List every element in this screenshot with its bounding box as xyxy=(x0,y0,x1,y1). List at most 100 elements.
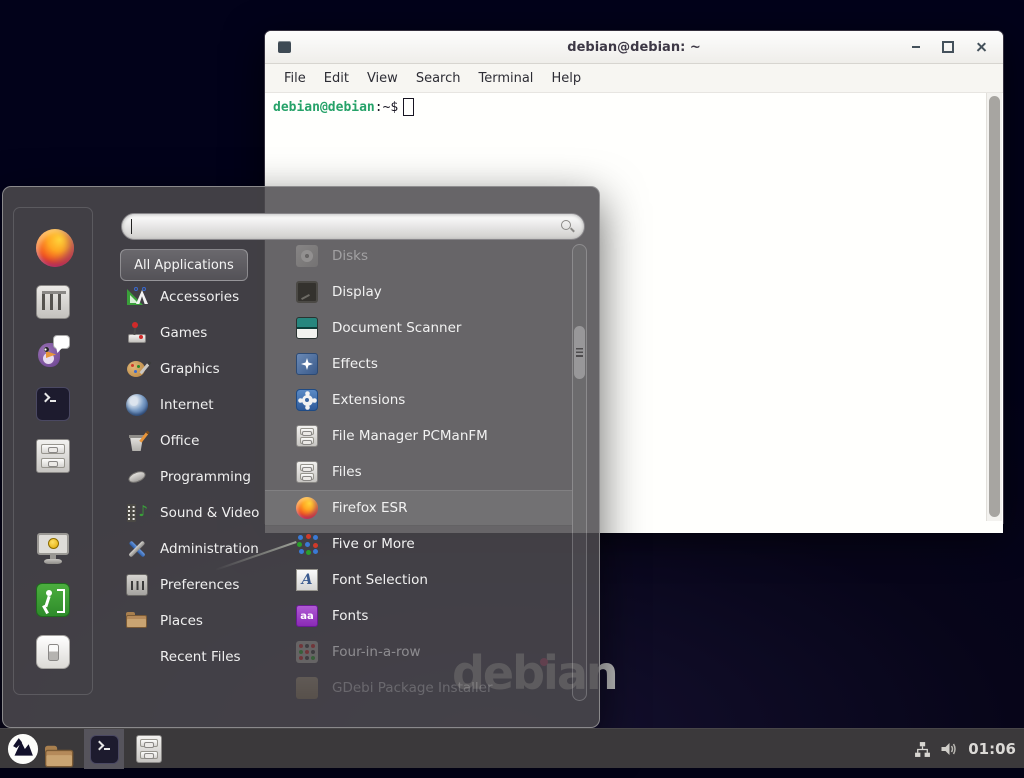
app-gdebi-package-installer[interactable]: GDebi Package Installer xyxy=(265,670,572,706)
category-recent-files[interactable]: Recent Files xyxy=(118,639,268,675)
app-label: File Manager PCManFM xyxy=(332,428,488,444)
app-font-selection[interactable]: A Font Selection xyxy=(265,562,572,598)
favorite-control-center-icon[interactable] xyxy=(36,285,70,319)
extensions-gear-icon xyxy=(296,389,318,411)
app-five-or-more[interactable]: Five or More xyxy=(265,526,572,562)
taskbar-terminal-icon xyxy=(90,735,119,764)
app-disks[interactable]: Disks xyxy=(265,238,572,274)
volume-icon[interactable] xyxy=(940,741,959,757)
app-firefox-esr[interactable]: Firefox ESR xyxy=(265,490,572,526)
favorite-pidgin-icon[interactable] xyxy=(36,335,70,369)
menu-file[interactable]: File xyxy=(275,71,315,86)
app-file-manager-pcmanfm[interactable]: File Manager PCManFM xyxy=(265,418,572,454)
menu-help[interactable]: Help xyxy=(542,71,590,86)
taskbar-files-button[interactable] xyxy=(136,735,162,763)
app-fonts[interactable]: aa Fonts xyxy=(265,598,572,634)
application-list: Disks Display Document Scanner Effects E… xyxy=(265,238,572,706)
terminal-title: debian@debian: ~ xyxy=(567,40,700,55)
menu-search[interactable]: Search xyxy=(407,71,470,86)
category-list: Accessories Games Graphics Internet Offi… xyxy=(118,279,268,675)
taskbar-file-manager-button[interactable] xyxy=(45,743,84,778)
sound-video-icon: ♪ xyxy=(126,502,148,524)
terminal-scrollbar[interactable] xyxy=(986,93,1002,521)
prompt-user-host: debian@debian xyxy=(273,100,375,115)
category-administration[interactable]: Administration xyxy=(118,531,268,567)
menu-edit[interactable]: Edit xyxy=(315,71,358,86)
favorite-log-out-icon[interactable] xyxy=(36,583,70,617)
app-label: GDebi Package Installer xyxy=(332,680,493,696)
close-icon[interactable] xyxy=(976,42,987,53)
firefox-icon xyxy=(296,497,318,519)
disks-icon xyxy=(296,245,318,267)
app-label: Five or More xyxy=(332,536,415,552)
app-label: Disks xyxy=(332,248,368,264)
search-caret xyxy=(131,219,132,234)
category-label: Games xyxy=(160,325,207,341)
file-cabinet-icon xyxy=(296,425,318,447)
terminal-menubar: File Edit View Search Terminal Help xyxy=(265,64,1003,93)
network-icon[interactable] xyxy=(914,741,931,758)
menu-logo-icon xyxy=(7,733,39,765)
category-label: Office xyxy=(160,433,199,449)
app-label: Effects xyxy=(332,356,378,372)
fonts-icon: aa xyxy=(296,605,318,627)
favorite-file-manager-icon[interactable] xyxy=(36,439,70,473)
effects-icon xyxy=(296,353,318,375)
favorite-lock-screen-icon[interactable] xyxy=(36,531,70,565)
category-label: Accessories xyxy=(160,289,239,305)
all-applications-label: All Applications xyxy=(134,258,234,273)
display-icon xyxy=(296,281,318,303)
all-applications-button[interactable]: All Applications xyxy=(120,249,248,281)
menu-terminal[interactable]: Terminal xyxy=(469,71,542,86)
file-cabinet-icon xyxy=(296,461,318,483)
internet-globe-icon xyxy=(126,394,148,416)
category-preferences[interactable]: Preferences xyxy=(118,567,268,603)
category-accessories[interactable]: Accessories xyxy=(118,279,268,315)
category-programming[interactable]: Programming xyxy=(118,459,268,495)
terminal-scrollbar-thumb[interactable] xyxy=(989,96,1000,517)
app-label: Document Scanner xyxy=(332,320,461,336)
games-icon xyxy=(126,322,148,344)
app-label: Four-in-a-row xyxy=(332,644,421,660)
font-selection-icon: A xyxy=(296,569,318,591)
app-four-in-a-row[interactable]: Four-in-a-row xyxy=(265,634,572,670)
menu-button[interactable] xyxy=(7,733,39,765)
terminal-titlebar[interactable]: debian@debian: ~ xyxy=(265,31,1003,64)
app-files[interactable]: Files xyxy=(265,454,572,490)
menu-view[interactable]: View xyxy=(358,71,407,86)
minimize-icon[interactable] xyxy=(912,46,920,48)
category-sound-video[interactable]: ♪ Sound & Video xyxy=(118,495,268,531)
category-label: Internet xyxy=(160,397,214,413)
category-internet[interactable]: Internet xyxy=(118,387,268,423)
category-label: Places xyxy=(160,613,203,629)
favorite-terminal-icon[interactable] xyxy=(36,387,70,421)
app-effects[interactable]: Effects xyxy=(265,346,572,382)
administration-tools-icon xyxy=(126,538,148,560)
prompt-suffix: :~$ xyxy=(375,100,398,115)
favorite-shut-down-icon[interactable] xyxy=(36,635,70,669)
application-menu: All Applications Accessories Games Graph… xyxy=(2,186,600,728)
favorites-column xyxy=(13,207,93,695)
app-display[interactable]: Display xyxy=(265,274,572,310)
category-label: Preferences xyxy=(160,577,239,593)
category-label: Programming xyxy=(160,469,251,485)
category-graphics[interactable]: Graphics xyxy=(118,351,268,387)
app-document-scanner[interactable]: Document Scanner xyxy=(265,310,572,346)
favorite-firefox-icon[interactable] xyxy=(36,229,70,263)
graphics-icon xyxy=(126,358,148,380)
category-games[interactable]: Games xyxy=(118,315,268,351)
clock[interactable]: 01:06 xyxy=(968,740,1016,758)
category-office[interactable]: Office xyxy=(118,423,268,459)
category-label: Recent Files xyxy=(160,649,241,665)
taskbar-active-terminal-button[interactable] xyxy=(84,729,124,769)
office-icon xyxy=(126,430,148,452)
app-list-scrollbar[interactable] xyxy=(572,244,587,701)
recent-files-spacer xyxy=(126,646,148,668)
terminal-prompt: debian@debian:~$ xyxy=(273,98,995,116)
category-places[interactable]: Places xyxy=(118,603,268,639)
app-list-scrollbar-thumb[interactable] xyxy=(574,326,585,379)
search-icon xyxy=(560,219,575,234)
app-extensions[interactable]: Extensions xyxy=(265,382,572,418)
search-input[interactable] xyxy=(121,213,585,240)
maximize-icon[interactable] xyxy=(942,41,954,53)
